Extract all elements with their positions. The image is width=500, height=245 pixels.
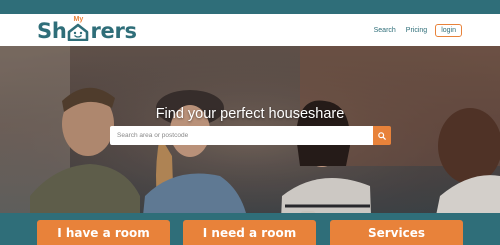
logo-text-end: rers [90,19,137,43]
logo-text-start: Sh [37,19,67,43]
brand-logo[interactable]: Sh My rers [37,16,137,43]
search-bar [110,126,391,145]
hero-title: Find your perfect houseshare [155,106,345,122]
nav-search-link[interactable]: Search [374,27,396,34]
search-icon [378,131,386,140]
services-button[interactable]: Services [330,220,463,245]
search-button[interactable] [373,126,391,145]
need-room-button[interactable]: I need a room [183,220,316,245]
top-accent-bar [0,0,500,14]
logo-superscript: My [73,16,84,23]
search-input[interactable] [110,126,373,145]
nav-pricing-link[interactable]: Pricing [406,27,427,34]
logo-house-icon: My [67,16,89,43]
have-room-button[interactable]: I have a room [37,220,170,245]
main-nav: Search Pricing login [364,24,462,37]
login-button[interactable]: login [435,24,462,37]
site-header: Sh My rers Search Pricing login [0,14,500,46]
